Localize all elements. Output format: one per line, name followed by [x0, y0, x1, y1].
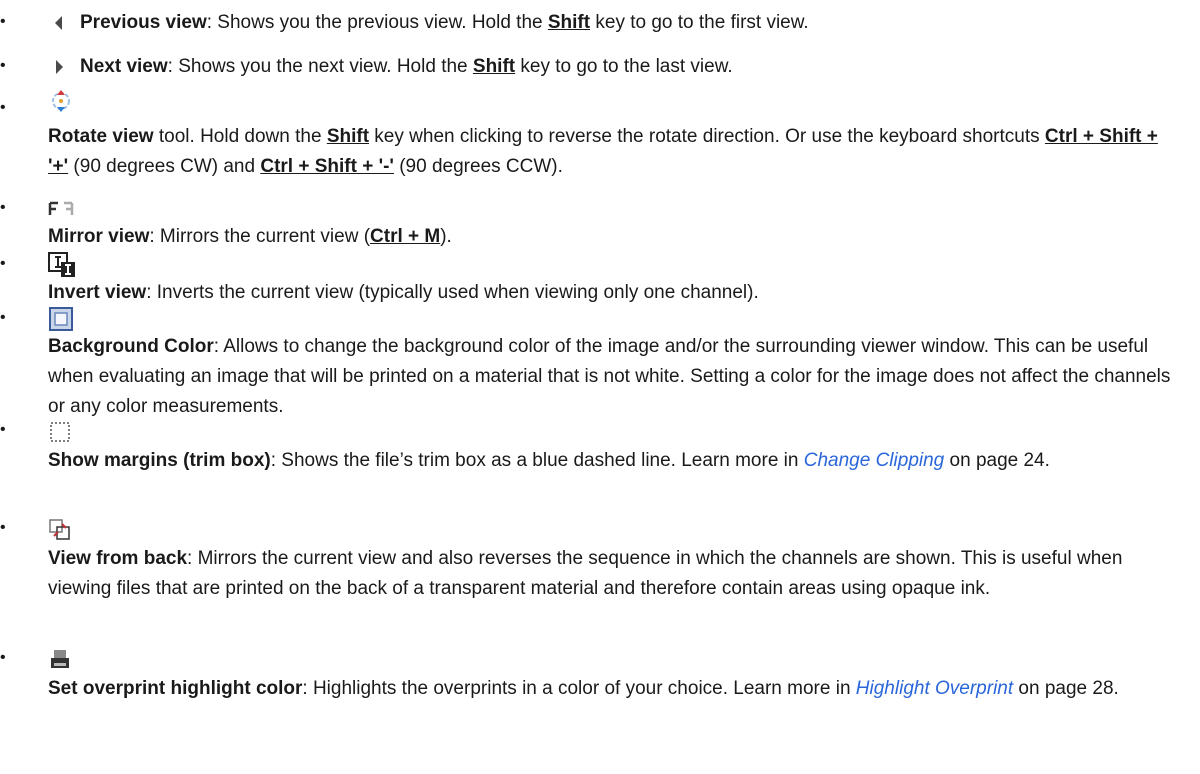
bullet: • — [0, 13, 6, 30]
item-text: key to go to the last view. — [515, 56, 733, 77]
item-label: Invert view — [48, 282, 147, 303]
bullet: • — [0, 57, 6, 74]
item-label: Rotate view — [48, 126, 154, 147]
item-text: : Shows you the previous view. Hold the — [206, 12, 548, 33]
item-text: : Allows to change the background color … — [48, 336, 1171, 417]
bullet: • — [0, 199, 6, 216]
bullet: • — [0, 99, 6, 116]
item-text: : Shows the file’s trim box as a blue da… — [270, 450, 804, 471]
item-label: Next view — [80, 56, 168, 77]
item-content: View from back: Mirrors the current view… — [48, 519, 1178, 604]
link-change-clipping[interactable]: Change Clipping — [804, 450, 945, 471]
view-from-back-icon — [48, 518, 72, 542]
key-shift: Shift — [326, 126, 370, 147]
overprint-icon — [48, 648, 72, 672]
item-content: Previous view: Shows you the previous vi… — [48, 8, 1178, 38]
item-text: (90 degrees CW) and — [68, 156, 261, 177]
margins-icon — [48, 420, 72, 444]
link-highlight-overprint[interactable]: Highlight Overprint — [856, 678, 1013, 699]
bullet: • — [0, 421, 6, 438]
item-content: Background Color: Allows to change the b… — [48, 307, 1178, 422]
item-text: ). — [440, 226, 452, 247]
item-text: key to go to the first view. — [590, 12, 809, 33]
bullet: • — [0, 255, 6, 272]
item-content: Invert view: Inverts the current view (t… — [48, 252, 1178, 308]
item-content: Rotate view tool. Hold down the Shift ke… — [48, 90, 1178, 182]
item-content: Mirror view: Mirrors the current view (C… — [48, 201, 1178, 252]
item-content: Next view: Shows you the next view. Hold… — [48, 52, 1178, 82]
item-text: : Mirrors the current view and also reve… — [48, 548, 1123, 599]
item-label: View from back — [48, 548, 188, 569]
item-text: : Mirrors the current view ( — [149, 226, 371, 247]
item-label: Set overprint highlight color — [48, 678, 303, 699]
item-label: Background Color — [48, 336, 214, 357]
toolbar-help-list: • Previous view: Shows you the previous … — [0, 0, 1200, 774]
item-text: : Shows you the next view. Hold the — [167, 56, 473, 77]
item-text: (90 degrees CCW). — [393, 156, 563, 177]
bullet: • — [0, 519, 6, 536]
item-text: : Inverts the current view (typically us… — [146, 282, 759, 303]
item-text: key when clicking to reverse the rotate … — [369, 126, 1045, 147]
item-content: Show margins (trim box): Shows the file’… — [48, 422, 1178, 476]
key-shift: Shift — [472, 56, 516, 77]
rotate-icon — [48, 88, 74, 114]
item-text: on page 28. — [1013, 678, 1119, 699]
item-content: Set overprint highlight color: Highlight… — [48, 650, 1178, 704]
key-rotate-ccw: Ctrl + Shift + '-' — [260, 156, 394, 177]
key-shift: Shift — [547, 12, 591, 33]
bullet: • — [0, 309, 6, 326]
item-text: : Highlights the overprints in a color o… — [302, 678, 856, 699]
invert-icon — [48, 252, 76, 278]
bullet: • — [0, 649, 6, 666]
item-text: on page 24. — [944, 450, 1050, 471]
triangle-right-icon — [48, 56, 70, 78]
item-label: Previous view — [80, 12, 207, 33]
background-color-icon — [48, 306, 74, 332]
mirror-icon — [48, 200, 74, 218]
item-label: Show margins (trim box) — [48, 450, 271, 471]
triangle-left-icon — [48, 12, 70, 34]
item-label: Mirror view — [48, 226, 150, 247]
item-text: tool. Hold down the — [153, 126, 327, 147]
key-mirror: Ctrl + M — [370, 226, 441, 247]
